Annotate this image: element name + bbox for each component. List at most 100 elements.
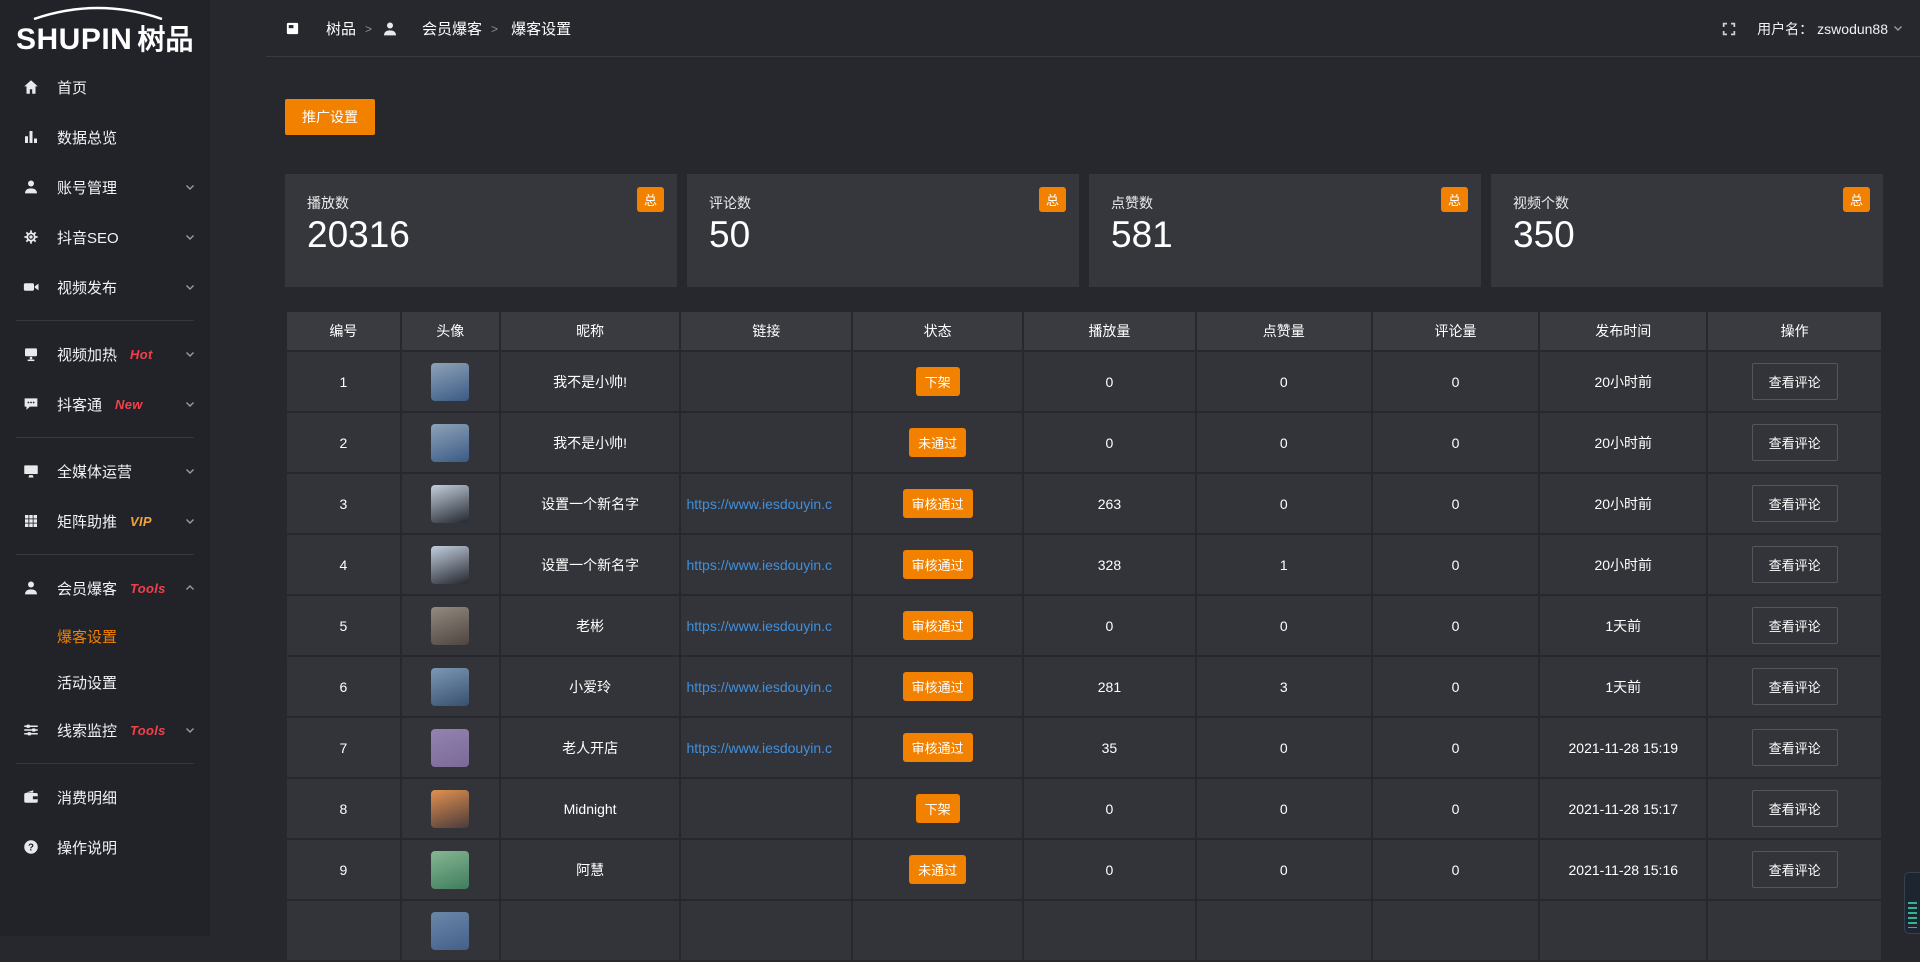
status-badge: 下架	[916, 794, 960, 823]
nickname-cell: 设置一个新名字	[500, 534, 681, 595]
avatar-cell	[401, 595, 500, 656]
fullscreen-icon[interactable]	[1721, 21, 1737, 37]
sidebar-item-视频发布[interactable]: 视频发布	[0, 262, 210, 312]
sidebar-menu: 首页数据总览账号管理抖音SEO 视频发布视频加热 Hot 抖客通New 全媒体运营矩阵助…	[0, 62, 210, 872]
plays-cell: 0	[1023, 778, 1196, 839]
view-comments-button[interactable]: 查看评论	[1752, 485, 1838, 522]
sidebar-item-label: 视频加热	[57, 344, 117, 365]
video-link[interactable]: https://www.iesdouyin.c	[680, 656, 852, 717]
table-row: 9阿慧未通过0002021-11-28 15:16查看评论	[286, 839, 1882, 900]
chat-icon	[22, 395, 44, 413]
action-cell: 查看评论	[1707, 534, 1882, 595]
sidebar-divider	[16, 437, 194, 438]
plays-cell: 0	[1023, 839, 1196, 900]
scroll-widget[interactable]	[1904, 872, 1920, 934]
plays-cell: 263	[1023, 473, 1196, 534]
view-comments-button[interactable]: 查看评论	[1752, 790, 1838, 827]
avatar-cell	[401, 839, 500, 900]
status-badge: 未通过	[909, 428, 966, 457]
heat-icon	[22, 345, 44, 363]
sidebar-item-tag: Hot	[130, 347, 153, 362]
stat-label: 点赞数	[1111, 193, 1459, 213]
video-link	[680, 778, 852, 839]
sidebar-item-抖音SEO[interactable]: 抖音SEO	[0, 212, 210, 262]
avatar	[431, 668, 469, 706]
username-value: zswodun88	[1817, 21, 1888, 37]
plays-cell	[1023, 900, 1196, 961]
view-comments-button[interactable]: 查看评论	[1752, 363, 1838, 400]
column-header-发布时间: 发布时间	[1539, 311, 1707, 351]
sidebar-item-线索监控[interactable]: 线索监控Tools	[0, 705, 210, 755]
column-header-点赞量: 点赞量	[1196, 311, 1372, 351]
avatar-cell	[401, 473, 500, 534]
avatar-cell	[401, 534, 500, 595]
status-badge: 下架	[916, 367, 960, 396]
sidebar-item-会员爆客[interactable]: 会员爆客Tools	[0, 563, 210, 613]
sidebar-item-操作说明[interactable]: ?操作说明	[0, 822, 210, 872]
table-row: 8Midnight下架0002021-11-28 15:17查看评论	[286, 778, 1882, 839]
row-number-cell: 7	[286, 717, 401, 778]
user-icon	[22, 579, 44, 597]
user-menu[interactable]: 用户名：zswodun88	[1757, 19, 1904, 39]
sidebar-item-label: 视频发布	[57, 277, 117, 298]
username-label: 用户名：	[1757, 19, 1813, 39]
view-comments-button[interactable]: 查看评论	[1752, 668, 1838, 705]
sidebar-item-抖客通[interactable]: 抖客通New	[0, 379, 210, 429]
sidebar-item-数据总览[interactable]: 数据总览	[0, 112, 210, 162]
column-header-状态: 状态	[852, 311, 1023, 351]
likes-cell: 0	[1196, 778, 1372, 839]
sidebar-subitem-爆客设置[interactable]: 爆客设置	[0, 613, 210, 659]
view-comments-button[interactable]: 查看评论	[1752, 607, 1838, 644]
stat-card-likes: 点赞数 581 总	[1089, 174, 1481, 287]
sidebar-item-账号管理[interactable]: 账号管理	[0, 162, 210, 212]
row-number-cell	[286, 900, 401, 961]
video-link[interactable]: https://www.iesdouyin.c	[680, 595, 852, 656]
sidebar-item-消费明细[interactable]: 消费明细	[0, 772, 210, 822]
video-link[interactable]: https://www.iesdouyin.c	[680, 717, 852, 778]
view-comments-button[interactable]: 查看评论	[1752, 851, 1838, 888]
sidebar-item-视频加热[interactable]: 视频加热 Hot	[0, 329, 210, 379]
video-link	[680, 839, 852, 900]
sidebar-item-首页[interactable]: 首页	[0, 62, 210, 112]
status-cell: 未通过	[852, 412, 1023, 473]
table-row: 5老彬https://www.iesdouyin.c审核通过0001天前查看评论	[286, 595, 1882, 656]
avatar-cell	[401, 412, 500, 473]
sliders-icon	[22, 721, 44, 739]
plays-cell: 0	[1023, 412, 1196, 473]
status-badge: 审核通过	[903, 672, 973, 701]
chart-icon	[22, 128, 44, 146]
avatar	[431, 485, 469, 523]
action-cell	[1707, 900, 1882, 961]
video-link[interactable]: https://www.iesdouyin.c	[680, 473, 852, 534]
chevron-down-icon	[1892, 21, 1904, 37]
total-badge: 总	[1039, 187, 1066, 212]
promo-settings-button[interactable]: 推广设置	[285, 99, 375, 135]
action-cell: 查看评论	[1707, 656, 1882, 717]
sidebar-item-label: 全媒体运营	[57, 461, 132, 482]
sidebar-item-全媒体运营[interactable]: 全媒体运营	[0, 446, 210, 496]
view-comments-button[interactable]: 查看评论	[1752, 546, 1838, 583]
stat-value: 350	[1513, 214, 1861, 256]
status-cell: 下架	[852, 778, 1023, 839]
comments-cell: 0	[1372, 717, 1540, 778]
user-icon	[22, 178, 44, 196]
sidebar-item-label: 账号管理	[57, 177, 117, 198]
view-comments-button[interactable]: 查看评论	[1752, 729, 1838, 766]
stat-label: 播放数	[307, 193, 655, 213]
table-row: 7老人开店https://www.iesdouyin.c审核通过35002021…	[286, 717, 1882, 778]
stat-cards: 播放数 20316 总 评论数 50 总 点赞数 581 总 视频个数 350 …	[285, 174, 1883, 287]
sidebar-divider	[16, 763, 194, 764]
table-row	[286, 900, 1882, 961]
avatar-cell	[401, 351, 500, 412]
svg-text:?: ?	[28, 842, 34, 853]
likes-cell: 0	[1196, 839, 1372, 900]
breadcrumb-item-member[interactable]: 会员爆客	[381, 18, 482, 39]
video-link[interactable]: https://www.iesdouyin.c	[680, 534, 852, 595]
view-comments-button[interactable]: 查看评论	[1752, 424, 1838, 461]
sidebar-item-矩阵助推[interactable]: 矩阵助推VIP	[0, 496, 210, 546]
sidebar-subitem-活动设置[interactable]: 活动设置	[0, 659, 210, 705]
avatar	[431, 546, 469, 584]
status-badge: 审核通过	[903, 733, 973, 762]
column-header-头像: 头像	[401, 311, 500, 351]
breadcrumb-item-home[interactable]: 树品	[285, 18, 356, 39]
